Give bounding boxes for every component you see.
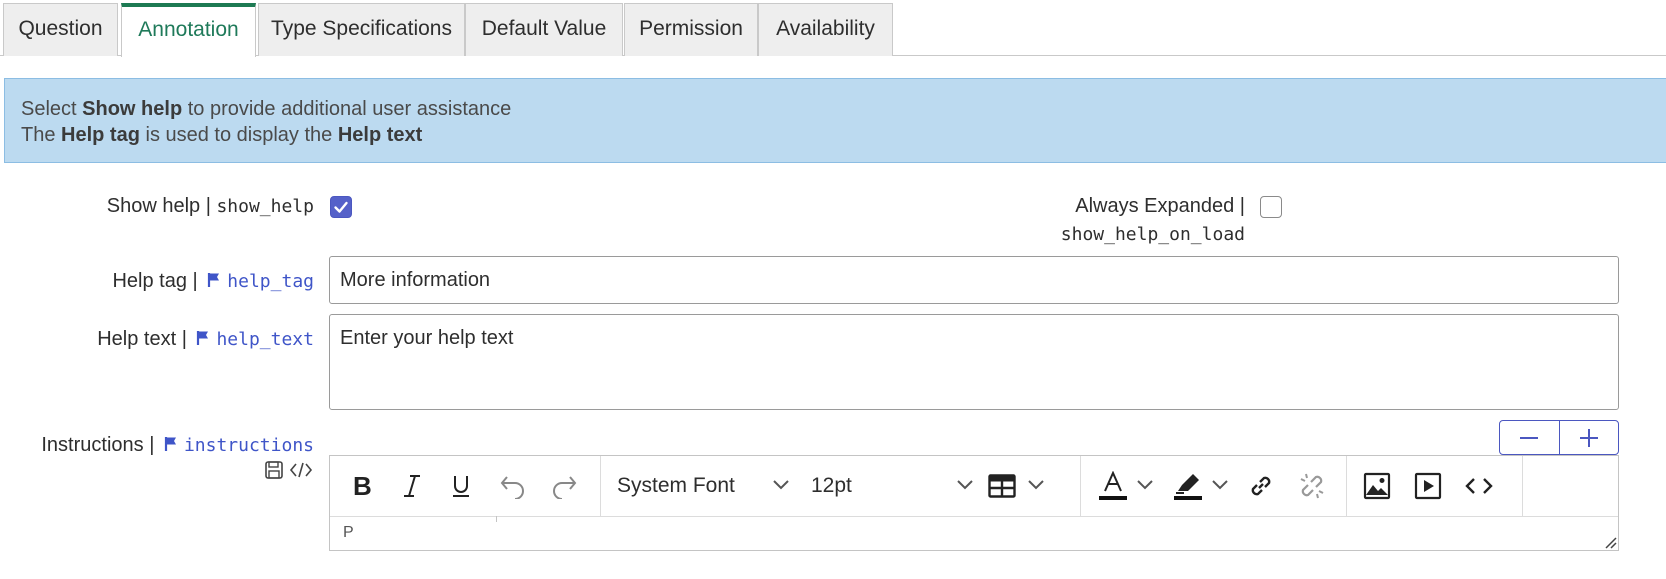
redo-button[interactable] xyxy=(545,468,583,504)
instructions-editor[interactable]: B System Font 12pt P xyxy=(329,455,1619,551)
always-expanded-field-name: show_help_on_load xyxy=(1060,224,1245,245)
image-icon xyxy=(1363,472,1391,500)
font-size-select[interactable]: 12pt xyxy=(811,456,852,516)
source-code-icon[interactable] xyxy=(289,461,313,479)
toolbar-group-font: System Font 12pt xyxy=(600,456,1081,516)
media-icon xyxy=(1414,472,1442,500)
chevron-down-icon[interactable] xyxy=(1211,478,1229,492)
help-text-textarea[interactable]: Enter your help text xyxy=(329,314,1619,410)
plus-icon xyxy=(1579,428,1598,447)
show-help-checkbox[interactable] xyxy=(330,196,352,218)
editor-toolbar: B System Font 12pt xyxy=(330,456,1618,517)
always-expanded-label: Always Expanded | xyxy=(1075,195,1245,217)
toolbar-group-format: B xyxy=(330,456,601,516)
toolbar-group-color-link xyxy=(1080,456,1347,516)
tab-permission[interactable]: Permission xyxy=(624,3,758,56)
flag-icon xyxy=(164,437,176,451)
highlight-icon xyxy=(1174,474,1202,500)
chevron-down-icon[interactable] xyxy=(1136,478,1154,492)
tab-type-specifications[interactable]: Type Specifications xyxy=(258,3,465,56)
help-tag-label: Help tag | help_tag xyxy=(112,270,314,292)
tab-default-value[interactable]: Default Value xyxy=(465,3,623,56)
undo-button[interactable] xyxy=(494,468,532,504)
save-icon[interactable] xyxy=(264,460,284,480)
bold-button[interactable]: B xyxy=(343,468,381,504)
resize-button-group xyxy=(1499,420,1619,455)
instructions-label: Instructions | instructions xyxy=(41,434,314,456)
undo-icon xyxy=(500,476,524,499)
minus-button[interactable] xyxy=(1500,421,1559,454)
minus-icon xyxy=(1520,436,1539,439)
insert-media-button[interactable] xyxy=(1409,468,1447,504)
tab-annotation[interactable]: Annotation xyxy=(121,3,256,57)
tab-question[interactable]: Question xyxy=(3,3,118,56)
chevron-down-icon[interactable] xyxy=(772,478,790,492)
plus-button[interactable] xyxy=(1558,421,1619,454)
help-text-label: Help text | help_text xyxy=(97,328,314,350)
code-icon xyxy=(1465,478,1493,494)
bold-icon: B xyxy=(353,473,372,499)
underline-icon xyxy=(453,476,469,497)
redo-icon xyxy=(553,476,577,499)
source-code-button[interactable] xyxy=(1460,468,1498,504)
banner-line-2: The Help tag is used to display the Help… xyxy=(21,124,423,146)
editor-statusbar: P xyxy=(330,516,1618,550)
unlink-icon xyxy=(1300,473,1324,499)
underline-button[interactable] xyxy=(442,468,480,504)
tab-bar: Question Annotation Type Specifications … xyxy=(0,0,1666,57)
info-banner: Select Show help to provide additional u… xyxy=(4,78,1666,163)
table-icon xyxy=(988,474,1016,498)
element-path[interactable]: P xyxy=(343,524,354,542)
text-color-button[interactable] xyxy=(1094,468,1132,504)
link-icon xyxy=(1251,476,1271,496)
italic-icon xyxy=(404,475,420,497)
tab-availability[interactable]: Availability xyxy=(758,3,893,56)
text-color-icon xyxy=(1099,471,1127,500)
font-family-select[interactable]: System Font xyxy=(617,456,735,516)
help-tag-input[interactable]: More information xyxy=(329,256,1619,304)
toolbar-group-insert xyxy=(1346,456,1523,516)
checkmark-icon xyxy=(334,201,348,213)
italic-button[interactable] xyxy=(393,468,431,504)
flag-icon xyxy=(208,273,220,287)
show-help-label: Show help | show_help xyxy=(106,195,314,217)
chevron-down-icon[interactable] xyxy=(1027,478,1045,492)
insert-link-button[interactable] xyxy=(1242,468,1280,504)
banner-line-1: Select Show help to provide additional u… xyxy=(21,98,512,120)
highlight-color-button[interactable] xyxy=(1169,468,1207,504)
always-expanded-checkbox[interactable] xyxy=(1260,196,1282,218)
table-button[interactable] xyxy=(983,468,1021,504)
statusbar-divider xyxy=(496,516,497,522)
insert-image-button[interactable] xyxy=(1358,468,1396,504)
unlink-button[interactable] xyxy=(1293,468,1331,504)
svg-text:B: B xyxy=(353,473,372,499)
chevron-down-icon[interactable] xyxy=(956,478,974,492)
resize-handle-icon[interactable] xyxy=(1603,535,1617,549)
flag-icon xyxy=(197,331,209,345)
